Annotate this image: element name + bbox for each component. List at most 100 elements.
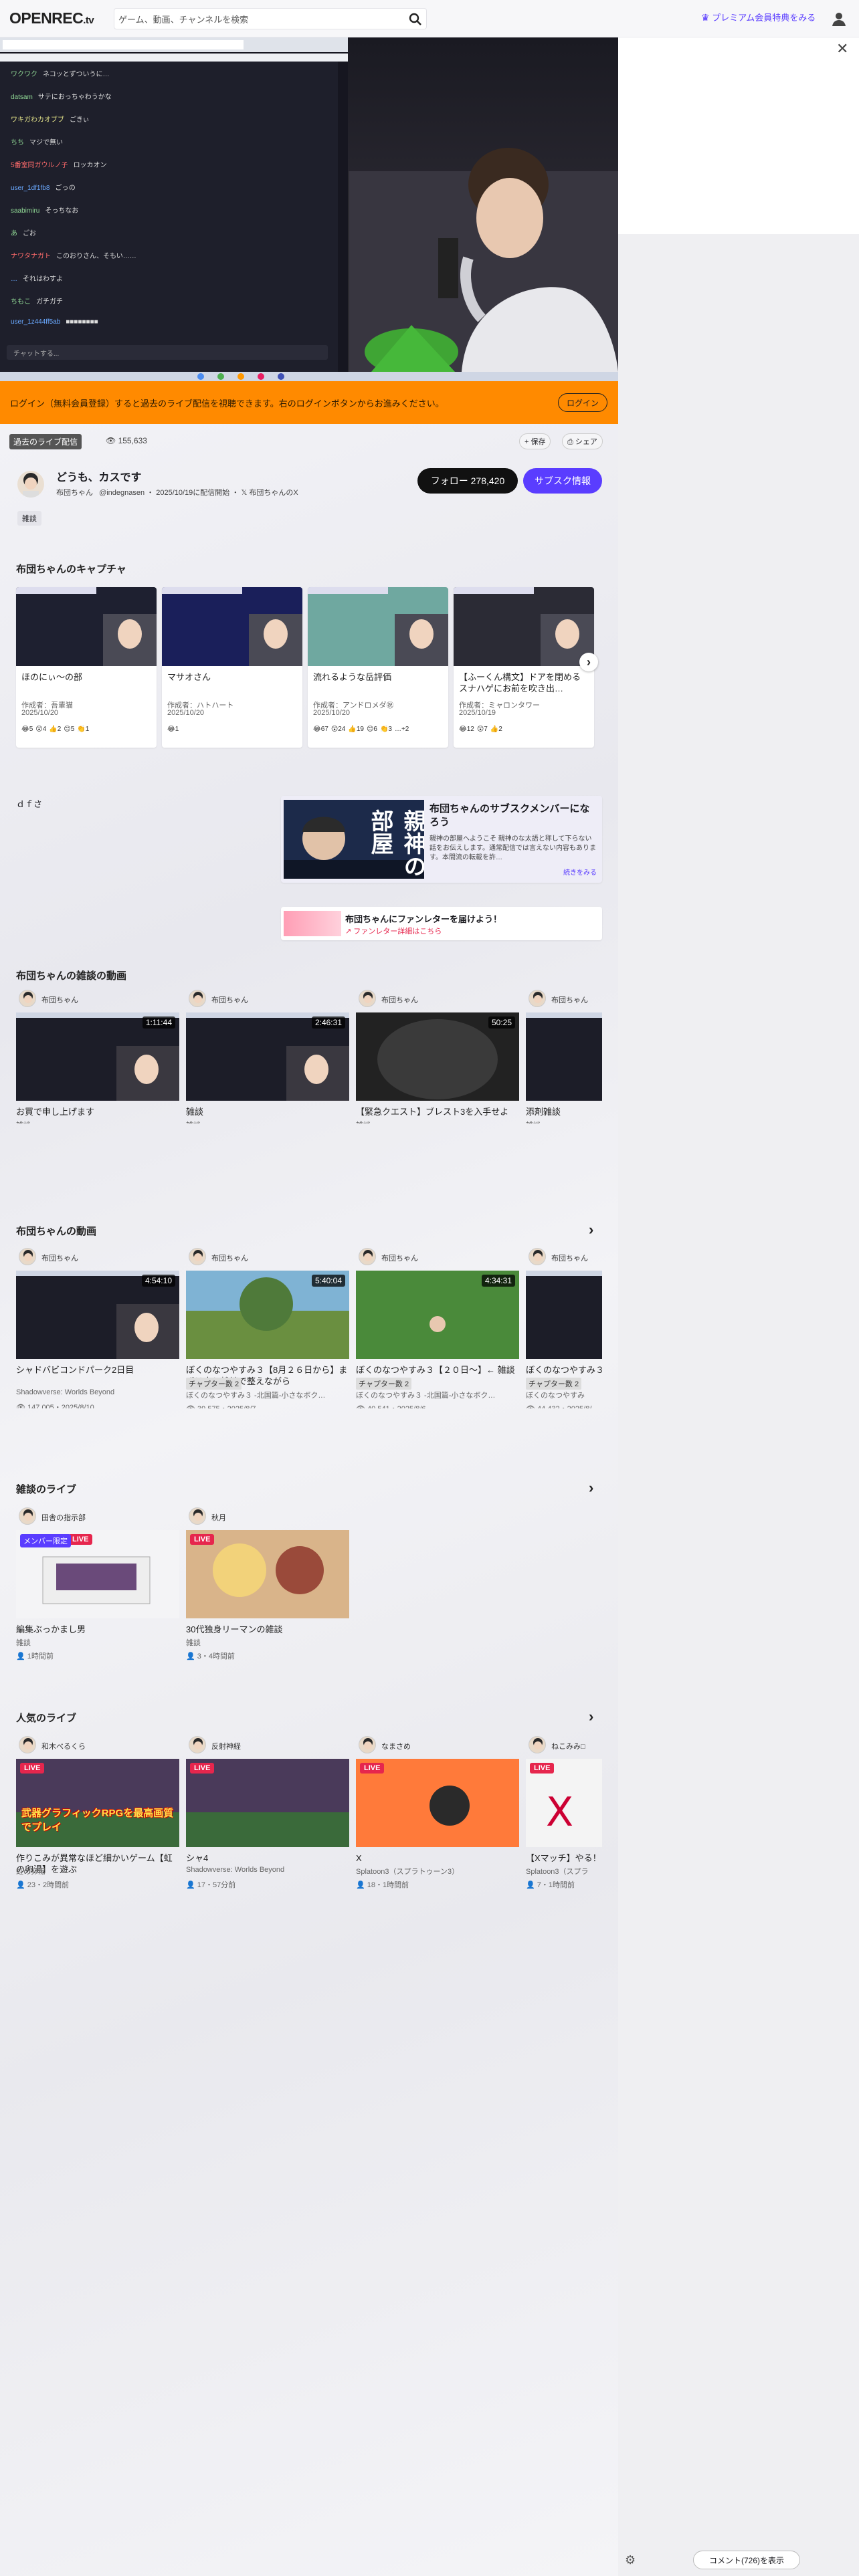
capture-card[interactable]: マサオさん 作成者：ハトハート 2025/10/20 😂1 [162, 587, 302, 748]
channel-name[interactable]: なまさめ [381, 1741, 411, 1751]
channel-name[interactable]: 布団ちゃん [211, 994, 248, 1005]
channel-avatar[interactable] [189, 990, 206, 1007]
show-comments-button[interactable]: コメント(726)を表示 [693, 2551, 800, 2569]
popular-live-more-icon[interactable]: › [589, 1708, 593, 1725]
channel-avatar[interactable] [19, 1736, 36, 1753]
channel-name[interactable]: 田舎の指示部 [41, 1512, 86, 1523]
reaction-badge[interactable]: 😊6 [367, 726, 377, 733]
openrec-logo[interactable]: OPENREC.tv [9, 9, 94, 27]
captures-next-icon[interactable]: › [579, 653, 598, 671]
channel-name[interactable]: 布団ちゃん [41, 994, 78, 1005]
video-category[interactable]: Shadowverse: Worlds Beyond [16, 1388, 114, 1396]
videos-more-icon[interactable]: › [589, 1221, 593, 1239]
chat-live-more-icon[interactable]: › [589, 1479, 593, 1497]
channel-avatar[interactable] [529, 1248, 546, 1265]
channel-avatar[interactable] [19, 1248, 36, 1265]
reaction-badge[interactable]: …+2 [395, 726, 409, 733]
video-category[interactable]: Splatoon3（スプラ [526, 1866, 589, 1876]
channel-name[interactable]: 布団ちゃん [551, 1253, 588, 1263]
video-title[interactable]: お買で申し上げます [16, 1106, 179, 1123]
channel-name[interactable]: 布団ちゃん [381, 994, 418, 1005]
video-thumbnail[interactable]: LIVE [186, 1530, 349, 1618]
video-category[interactable]: 雑談 [16, 1119, 31, 1123]
category-tag[interactable]: 雑談 [17, 511, 41, 526]
channel-name[interactable]: ねこみみ□ [551, 1741, 585, 1751]
video-thumbnail[interactable] [526, 1271, 602, 1359]
premium-link[interactable]: ♛ プレミアム会員特典をみる [701, 11, 816, 23]
channel-avatar[interactable] [189, 1248, 206, 1265]
channel-name[interactable]: 秋月 [211, 1512, 226, 1523]
video-thumbnail[interactable]: X LIVE [526, 1759, 602, 1847]
subscription-more[interactable]: 続きをみる [563, 867, 597, 877]
video-thumbnail[interactable]: LIVE メンバー限定 [16, 1530, 179, 1618]
user-account-icon[interactable] [831, 11, 847, 27]
follow-button[interactable]: フォロー 278,420 [417, 468, 518, 494]
capture-card[interactable]: 【ふーくん構文】ドアを閉めるスナハゲにお前を吹き出… 作成者：ミャロンタワー 202… [454, 587, 594, 748]
reaction-badge[interactable]: 😂5 [21, 726, 33, 733]
video-category[interactable]: 雑談 [526, 1119, 541, 1123]
fanletter-link[interactable]: ↗ ファンレター詳細はこちら [345, 926, 442, 936]
video-category[interactable]: 雑談 [186, 1119, 201, 1123]
video-title[interactable]: 30代独身リーマンの雑談 [186, 1624, 349, 1646]
channel-avatar[interactable] [359, 1736, 376, 1753]
reaction-badge[interactable]: 😲24 [331, 726, 346, 733]
video-category[interactable]: Splatoon3（スプラトゥーン3） [356, 1866, 459, 1876]
channel-avatar[interactable] [19, 990, 36, 1007]
channel-avatar[interactable] [19, 1507, 36, 1525]
video-thumbnail[interactable]: 4:34:31 [356, 1271, 519, 1359]
video-thumbnail[interactable] [526, 1012, 602, 1101]
channel-name[interactable]: 布団ちゃん [56, 489, 93, 497]
reaction-badge[interactable]: 👏1 [77, 726, 89, 733]
channel-avatar[interactable] [17, 471, 44, 498]
video-thumbnail[interactable]: 2:46:31 [186, 1012, 349, 1101]
video-title[interactable]: 編集ぶっかまし男 [16, 1624, 179, 1646]
subscription-card[interactable]: 親神の部屋 布団ちゃんのサブスクメンバーになろう 親神の部屋へようこそ 親神のな… [281, 796, 602, 883]
video-title[interactable]: 雑談 [186, 1106, 349, 1123]
channel-name[interactable]: 反射神経 [211, 1741, 241, 1751]
reaction-badge[interactable]: 😂67 [313, 726, 328, 733]
video-player[interactable]: ワクワク ネコッとずついうに… datsam サテにおっちゃわうかな ワキガわカオブブご… [0, 37, 618, 381]
fanletter-card[interactable]: 布団ちゃんにファンレターを届けよう！ ↗ ファンレター詳細はこちら [281, 907, 602, 940]
save-button[interactable]: + 保存 [519, 433, 551, 449]
share-button[interactable]: ⎙ シェア [562, 433, 603, 449]
channel-avatar[interactable] [189, 1736, 206, 1753]
x-link[interactable]: 布団ちゃんのX [249, 489, 298, 497]
reaction-badge[interactable]: 👍19 [348, 726, 364, 733]
video-category[interactable]: 雑談 [356, 1119, 371, 1123]
reaction-badge[interactable]: 😲7 [477, 726, 488, 733]
channel-name[interactable]: 和木べるくら [41, 1741, 86, 1751]
video-category[interactable]: 虹の卵湯 [16, 1866, 45, 1876]
video-thumbnail[interactable]: LIVE 武器グラフィックRPGを最高画質でプレイ [16, 1759, 179, 1847]
channel-name[interactable]: 布団ちゃん [41, 1253, 78, 1263]
reaction-badge[interactable]: 👏3 [380, 726, 392, 733]
video-title[interactable]: 【緊急クエスト】ブレスト3を入手せよ [356, 1106, 519, 1123]
capture-card[interactable]: 流れるような岳評価 作成者：アンドロメダ㊗ 2025/10/20 😂67 😲24 👍19 😊… [308, 587, 448, 748]
reaction-badge[interactable]: 😊5 [64, 726, 74, 733]
video-thumbnail[interactable]: 50:25 [356, 1012, 519, 1101]
search-icon[interactable] [409, 13, 422, 26]
channel-name[interactable]: 布団ちゃん [551, 994, 588, 1005]
reaction-badge[interactable]: 👍2 [490, 726, 502, 733]
search-input[interactable] [118, 11, 399, 27]
video-category[interactable]: Shadowverse: Worlds Beyond [186, 1866, 284, 1874]
video-thumbnail[interactable]: 5:40:04 [186, 1271, 349, 1359]
channel-name[interactable]: 布団ちゃん [381, 1253, 418, 1263]
reaction-badge[interactable]: 😂12 [459, 726, 474, 733]
video-thumbnail[interactable]: 4:54:10 [16, 1271, 179, 1359]
channel-avatar[interactable] [529, 1736, 546, 1753]
close-icon[interactable]: ✕ [836, 40, 848, 58]
video-title[interactable]: シャドバビコンドパーク2日目 [16, 1364, 179, 1387]
chat-input[interactable]: チャットする... [13, 348, 59, 358]
subscribe-button[interactable]: サブスク情報 [523, 468, 602, 494]
reaction-badge[interactable]: 👍2 [49, 726, 61, 733]
channel-avatar[interactable] [359, 1248, 376, 1265]
reaction-badge[interactable]: 😲4 [35, 726, 46, 733]
capture-card[interactable]: ほのにぃ～の部 作成者：吾輩猫 2025/10/20 😂5 😲4 👍2 😊5 👏1 [16, 587, 157, 748]
video-category[interactable]: 雑談 [16, 1637, 31, 1648]
video-thumbnail[interactable]: 1:11:44 [16, 1012, 179, 1101]
settings-gear-icon[interactable]: ⚙ [625, 2553, 636, 2567]
login-button[interactable]: ログイン [558, 393, 607, 412]
channel-name[interactable]: 布団ちゃん [211, 1253, 248, 1263]
channel-avatar[interactable] [529, 990, 546, 1007]
video-category[interactable]: 雑談 [186, 1637, 201, 1648]
